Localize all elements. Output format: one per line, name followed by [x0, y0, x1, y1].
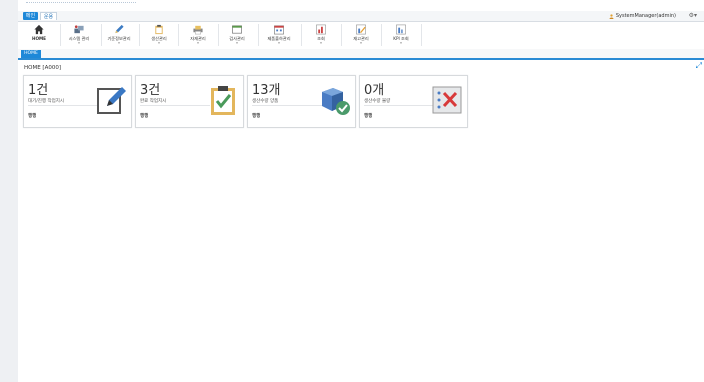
card-good-quantity[interactable]: 13개 생산수량 양품 행행 — [247, 75, 356, 128]
card-desc: 생산수량 불량 — [364, 99, 391, 104]
card-value: 1건 — [28, 83, 49, 98]
app-frame: 메인 운용 SystemManager(admin) ⚙▾ HOME 시스템 관… — [18, 0, 704, 382]
card-completed-orders[interactable]: 3건 완료 작업지시 행행 — [135, 75, 244, 128]
toolbar-item-shipment[interactable]: 제품출하관리 ▾ — [258, 22, 300, 48]
toolbar-item-home[interactable]: HOME — [18, 22, 60, 48]
defect-x-icon — [432, 86, 462, 114]
card-link[interactable]: 행행 — [364, 113, 372, 119]
card-pending-orders[interactable]: 1건 대기/진행 작업지시 행행 — [23, 75, 132, 128]
card-desc: 완료 작업지시 — [140, 99, 167, 104]
toolbar-item-material[interactable]: 자재관리 ▾ — [177, 22, 219, 48]
toolbar-item-base-info[interactable]: 기준정보관리 ▾ — [98, 22, 140, 48]
card-link[interactable]: 행행 — [252, 113, 260, 119]
breadcrumb: HOME [A000] — [24, 65, 61, 71]
chevron-down-icon: ▾ — [320, 41, 322, 45]
card-value: 13개 — [252, 83, 281, 98]
top-strip — [18, 0, 704, 7]
card-link[interactable]: 행행 — [28, 113, 36, 119]
toolbar-item-kpi[interactable]: KPI 조회 ▾ — [380, 22, 422, 48]
calendar-icon — [274, 25, 284, 35]
chevron-down-icon: ▾ — [158, 41, 160, 45]
card-desc: 대기/진행 작업지시 — [28, 99, 65, 104]
chevron-down-icon: ▾ — [360, 41, 362, 45]
toolbar-item-inventory[interactable]: 재고관리 ▾ — [340, 22, 382, 48]
box-check-icon — [322, 88, 350, 115]
chevron-down-icon: ▾ — [118, 41, 120, 45]
pencil-icon — [115, 24, 124, 34]
card-value: 3건 — [140, 83, 161, 98]
chevron-down-icon: ▾ — [197, 41, 199, 45]
card-desc: 생산수량 양품 — [252, 99, 279, 104]
toolbar-item-system[interactable]: 시스템 관리 ▾ — [58, 22, 100, 48]
kpi-chart-icon — [396, 24, 406, 35]
toolbar-item-query[interactable]: 조회 ▾ — [300, 22, 342, 48]
clipboard-icon — [155, 24, 163, 35]
toolbar-item-production[interactable]: 생산관리 ▾ — [138, 22, 180, 48]
window-icon — [232, 25, 242, 34]
chart-icon — [316, 24, 326, 35]
card-link[interactable]: 행행 — [140, 113, 148, 119]
user-name: SystemManager(admin) — [615, 13, 676, 19]
main-toolbar: HOME 시스템 관리 ▾ 기준정보관리 ▾ 생산관리 ▾ 자재관리 ▾ 검사관… — [18, 22, 704, 50]
chevron-down-icon: ▾ — [78, 41, 80, 45]
menu-bar: 메인 운용 SystemManager(admin) ⚙▾ — [18, 11, 704, 22]
tab-main[interactable]: 메인 — [23, 12, 38, 20]
content-tab-bar: HOME — [18, 49, 704, 60]
tab-home[interactable]: HOME — [21, 50, 41, 58]
chart-pencil-icon — [356, 24, 366, 35]
gear-icon[interactable]: ⚙▾ — [689, 12, 697, 19]
edit-icon — [97, 87, 126, 114]
toolbar-label: HOME — [31, 36, 47, 41]
system-admin-icon — [74, 25, 84, 34]
clipboard-check-icon — [211, 86, 235, 115]
chevron-down-icon: ▾ — [236, 41, 238, 45]
toolbar-item-inspection[interactable]: 검사관리 ▾ — [216, 22, 258, 48]
user-icon — [609, 13, 614, 19]
chevron-down-icon: ▾ — [278, 41, 280, 45]
printer-icon — [193, 25, 203, 35]
home-icon — [34, 24, 44, 35]
card-value: 0개 — [364, 83, 385, 98]
tab-operation[interactable]: 운용 — [40, 12, 57, 20]
pin-icon[interactable]: ⤢ — [696, 61, 702, 71]
user-info[interactable]: SystemManager(admin) — [609, 13, 676, 19]
chevron-down-icon: ▾ — [400, 41, 402, 45]
card-defect-quantity[interactable]: 0개 생산수량 불량 행행 — [359, 75, 468, 128]
